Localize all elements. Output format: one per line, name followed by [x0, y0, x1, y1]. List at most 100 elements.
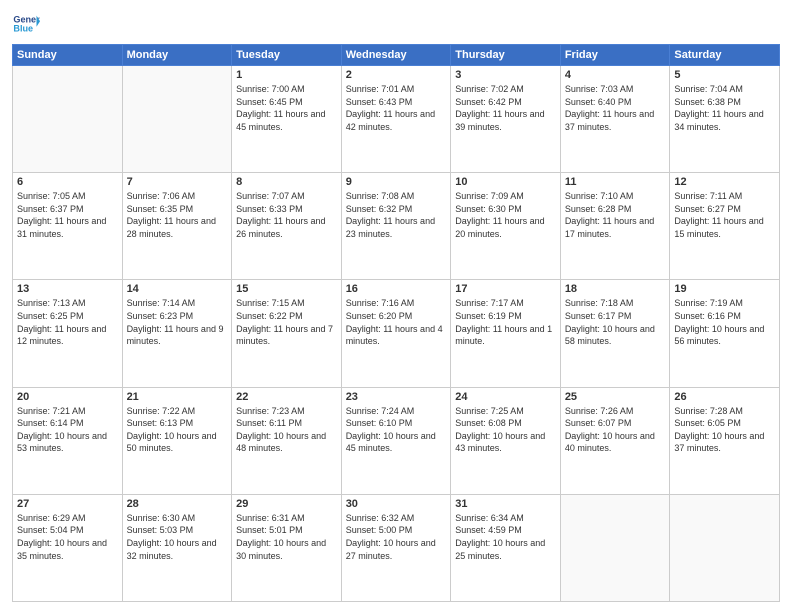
week-row-4: 27 Sunrise: 6:29 AM Sunset: 5:04 PM Dayli…	[13, 494, 780, 601]
day-number: 14	[127, 283, 228, 295]
calendar-cell: 7 Sunrise: 7:06 AM Sunset: 6:35 PM Daylig…	[122, 173, 232, 280]
day-info: Sunrise: 7:10 AM Sunset: 6:28 PM Dayligh…	[565, 190, 666, 240]
day-info: Sunrise: 7:01 AM Sunset: 6:43 PM Dayligh…	[346, 83, 447, 133]
day-number: 19	[674, 283, 775, 295]
day-number: 1	[236, 69, 337, 81]
calendar-cell: 4 Sunrise: 7:03 AM Sunset: 6:40 PM Daylig…	[560, 66, 670, 173]
day-number: 7	[127, 176, 228, 188]
day-number: 11	[565, 176, 666, 188]
calendar-cell: 16 Sunrise: 7:16 AM Sunset: 6:20 PM Dayli…	[341, 280, 451, 387]
calendar-cell: 23 Sunrise: 7:24 AM Sunset: 6:10 PM Dayli…	[341, 387, 451, 494]
calendar-cell: 13 Sunrise: 7:13 AM Sunset: 6:25 PM Dayli…	[13, 280, 123, 387]
calendar-cell: 2 Sunrise: 7:01 AM Sunset: 6:43 PM Daylig…	[341, 66, 451, 173]
weekday-header-saturday: Saturday	[670, 45, 780, 66]
day-info: Sunrise: 6:31 AM Sunset: 5:01 PM Dayligh…	[236, 512, 337, 562]
day-number: 28	[127, 498, 228, 510]
calendar-cell: 26 Sunrise: 7:28 AM Sunset: 6:05 PM Dayli…	[670, 387, 780, 494]
calendar-cell: 29 Sunrise: 6:31 AM Sunset: 5:01 PM Dayli…	[232, 494, 342, 601]
calendar-table: SundayMondayTuesdayWednesdayThursdayFrid…	[12, 44, 780, 602]
day-info: Sunrise: 7:26 AM Sunset: 6:07 PM Dayligh…	[565, 405, 666, 455]
weekday-header-monday: Monday	[122, 45, 232, 66]
header: General Blue	[12, 10, 780, 38]
weekday-header-wednesday: Wednesday	[341, 45, 451, 66]
generalblue-logo-icon: General Blue	[12, 10, 40, 38]
day-number: 2	[346, 69, 447, 81]
day-number: 12	[674, 176, 775, 188]
day-number: 31	[455, 498, 556, 510]
day-number: 25	[565, 391, 666, 403]
calendar-cell: 14Sunrise: 7:14 AM Sunset: 6:23 PM Dayli…	[122, 280, 232, 387]
calendar-cell	[122, 66, 232, 173]
day-info: Sunrise: 7:13 AM Sunset: 6:25 PM Dayligh…	[17, 297, 118, 347]
calendar-cell: 25 Sunrise: 7:26 AM Sunset: 6:07 PM Dayli…	[560, 387, 670, 494]
calendar-cell: 27 Sunrise: 6:29 AM Sunset: 5:04 PM Dayli…	[13, 494, 123, 601]
day-info: Sunrise: 7:02 AM Sunset: 6:42 PM Dayligh…	[455, 83, 556, 133]
day-number: 5	[674, 69, 775, 81]
calendar-cell: 30 Sunrise: 6:32 AM Sunset: 5:00 PM Dayli…	[341, 494, 451, 601]
day-number: 4	[565, 69, 666, 81]
calendar-cell: 15 Sunrise: 7:15 AM Sunset: 6:22 PM Dayli…	[232, 280, 342, 387]
day-info: Sunrise: 7:00 AM Sunset: 6:45 PM Dayligh…	[236, 83, 337, 133]
day-info: Sunrise: 7:19 AM Sunset: 6:16 PM Dayligh…	[674, 297, 775, 347]
calendar-cell: 1 Sunrise: 7:00 AM Sunset: 6:45 PM Daylig…	[232, 66, 342, 173]
calendar-cell: 12 Sunrise: 7:11 AM Sunset: 6:27 PM Dayli…	[670, 173, 780, 280]
day-number: 9	[346, 176, 447, 188]
day-info: Sunrise: 7:17 AM Sunset: 6:19 PM Dayligh…	[455, 297, 556, 347]
calendar-cell	[13, 66, 123, 173]
day-info: Sunrise: 7:25 AM Sunset: 6:08 PM Dayligh…	[455, 405, 556, 455]
day-number: 20	[17, 391, 118, 403]
day-info: Sunrise: 7:24 AM Sunset: 6:10 PM Dayligh…	[346, 405, 447, 455]
calendar-cell: 28 Sunrise: 6:30 AM Sunset: 5:03 PM Dayli…	[122, 494, 232, 601]
calendar-cell	[560, 494, 670, 601]
day-info: Sunrise: 7:23 AM Sunset: 6:11 PM Dayligh…	[236, 405, 337, 455]
day-info: Sunrise: 6:34 AM Sunset: 4:59 PM Dayligh…	[455, 512, 556, 562]
day-info: Sunrise: 7:03 AM Sunset: 6:40 PM Dayligh…	[565, 83, 666, 133]
day-number: 22	[236, 391, 337, 403]
page: General Blue SundayMondayTuesdayWednesda…	[0, 0, 792, 612]
calendar-cell: 17 Sunrise: 7:17 AM Sunset: 6:19 PM Dayli…	[451, 280, 561, 387]
calendar-cell: 18 Sunrise: 7:18 AM Sunset: 6:17 PM Dayli…	[560, 280, 670, 387]
day-number: 29	[236, 498, 337, 510]
day-info: Sunrise: 7:04 AM Sunset: 6:38 PM Dayligh…	[674, 83, 775, 133]
day-info: Sunrise: 7:15 AM Sunset: 6:22 PM Dayligh…	[236, 297, 337, 347]
calendar-cell: 20 Sunrise: 7:21 AM Sunset: 6:14 PM Dayli…	[13, 387, 123, 494]
day-number: 15	[236, 283, 337, 295]
day-info: Sunrise: 7:11 AM Sunset: 6:27 PM Dayligh…	[674, 190, 775, 240]
day-info: Sunrise: 7:18 AM Sunset: 6:17 PM Dayligh…	[565, 297, 666, 347]
day-info: Sunrise: 7:06 AM Sunset: 6:35 PM Dayligh…	[127, 190, 228, 240]
day-number: 30	[346, 498, 447, 510]
calendar-cell: 22 Sunrise: 7:23 AM Sunset: 6:11 PM Dayli…	[232, 387, 342, 494]
day-info: Sunrise: 6:30 AM Sunset: 5:03 PM Dayligh…	[127, 512, 228, 562]
day-number: 17	[455, 283, 556, 295]
week-row-1: 6Sunrise: 7:05 AM Sunset: 6:37 PM Daylig…	[13, 173, 780, 280]
calendar-cell: 8Sunrise: 7:07 AM Sunset: 6:33 PM Daylig…	[232, 173, 342, 280]
day-info: Sunrise: 6:29 AM Sunset: 5:04 PM Dayligh…	[17, 512, 118, 562]
calendar-cell: 6Sunrise: 7:05 AM Sunset: 6:37 PM Daylig…	[13, 173, 123, 280]
weekday-header-friday: Friday	[560, 45, 670, 66]
day-number: 13	[17, 283, 118, 295]
day-number: 16	[346, 283, 447, 295]
day-info: Sunrise: 6:32 AM Sunset: 5:00 PM Dayligh…	[346, 512, 447, 562]
calendar-cell: 31 Sunrise: 6:34 AM Sunset: 4:59 PM Dayli…	[451, 494, 561, 601]
weekday-header-row: SundayMondayTuesdayWednesdayThursdayFrid…	[13, 45, 780, 66]
day-number: 23	[346, 391, 447, 403]
day-number: 18	[565, 283, 666, 295]
day-number: 26	[674, 391, 775, 403]
week-row-3: 20 Sunrise: 7:21 AM Sunset: 6:14 PM Dayli…	[13, 387, 780, 494]
weekday-header-thursday: Thursday	[451, 45, 561, 66]
day-number: 24	[455, 391, 556, 403]
calendar-cell: 5 Sunrise: 7:04 AM Sunset: 6:38 PM Daylig…	[670, 66, 780, 173]
week-row-2: 13 Sunrise: 7:13 AM Sunset: 6:25 PM Dayli…	[13, 280, 780, 387]
day-info: Sunrise: 7:16 AM Sunset: 6:20 PM Dayligh…	[346, 297, 447, 347]
day-info: Sunrise: 7:22 AM Sunset: 6:13 PM Dayligh…	[127, 405, 228, 455]
week-row-0: 1 Sunrise: 7:00 AM Sunset: 6:45 PM Daylig…	[13, 66, 780, 173]
day-number: 8	[236, 176, 337, 188]
calendar-cell: 10Sunrise: 7:09 AM Sunset: 6:30 PM Dayli…	[451, 173, 561, 280]
day-info: Sunrise: 7:09 AM Sunset: 6:30 PM Dayligh…	[455, 190, 556, 240]
day-number: 27	[17, 498, 118, 510]
calendar-cell: 19 Sunrise: 7:19 AM Sunset: 6:16 PM Dayli…	[670, 280, 780, 387]
day-info: Sunrise: 7:28 AM Sunset: 6:05 PM Dayligh…	[674, 405, 775, 455]
calendar-cell: 9Sunrise: 7:08 AM Sunset: 6:32 PM Daylig…	[341, 173, 451, 280]
weekday-header-sunday: Sunday	[13, 45, 123, 66]
day-info: Sunrise: 7:21 AM Sunset: 6:14 PM Dayligh…	[17, 405, 118, 455]
